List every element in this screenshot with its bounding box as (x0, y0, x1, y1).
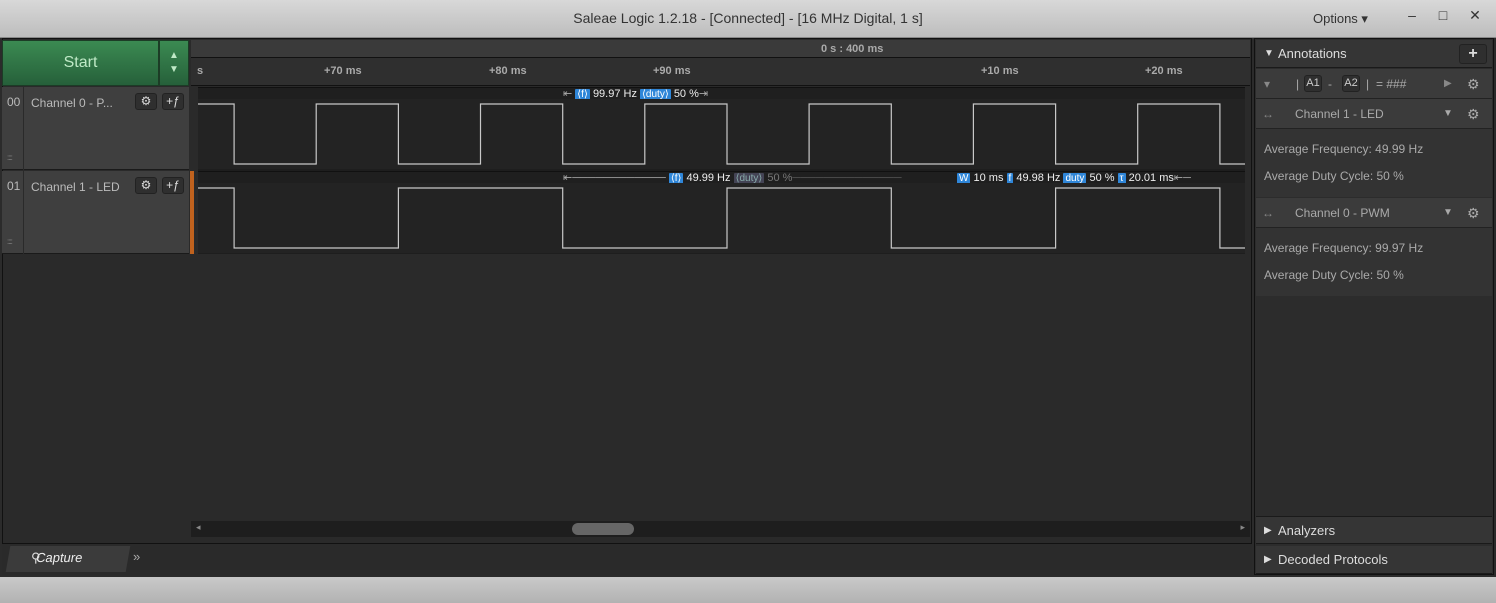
analyzers-title: Analyzers (1278, 523, 1336, 538)
maximize-button[interactable]: □ (1430, 4, 1456, 26)
tab-capture[interactable]: Capture (5, 546, 131, 572)
add-annotation-button[interactable]: + (1459, 44, 1487, 64)
options-menu[interactable]: Options ▾ (1313, 11, 1368, 27)
trigger-edge-icon[interactable]: +ƒ (162, 93, 184, 110)
start-button[interactable]: Start (2, 40, 159, 86)
marker-separator: - (1328, 77, 1332, 91)
time-ruler[interactable]: s +70 ms +80 ms +90 ms +10 ms +20 ms (191, 58, 1250, 86)
marker-a1[interactable]: A1 (1304, 75, 1322, 92)
tab-bar (2, 543, 1252, 575)
analyzers-header[interactable]: ▶ Analyzers (1256, 516, 1492, 544)
measurement-body: Average Frequency: 99.97 Hz Average Duty… (1256, 228, 1492, 296)
close-button[interactable]: ✕ (1462, 4, 1488, 26)
gear-icon[interactable]: ⚙ (1467, 198, 1480, 228)
tab-capture-label: Capture (34, 550, 84, 565)
measurement-body: Average Frequency: 49.99 Hz Average Duty… (1256, 129, 1492, 197)
marker-icon: ▾ (1264, 77, 1271, 91)
average-frequency: Average Frequency: 49.99 Hz (1264, 142, 1424, 156)
range-icon: ↔ (1262, 206, 1274, 220)
play-icon[interactable]: ▶ (1444, 69, 1452, 99)
tick-label: +90 ms (653, 65, 691, 77)
range-icon: ↔ (1262, 107, 1274, 121)
scrollbar-thumb[interactable] (572, 523, 634, 535)
gear-icon[interactable]: ⚙ (1467, 99, 1480, 129)
average-duty-cycle: Average Duty Cycle: 50 % (1264, 268, 1404, 282)
trigger-edge-icon[interactable]: +ƒ (162, 177, 184, 194)
measurement-header[interactable]: ↔ Channel 1 - LED ▼ ⚙ (1256, 99, 1492, 129)
status-bar (0, 577, 1496, 603)
tick-label: +70 ms (324, 65, 362, 77)
tick-label: +10 ms (981, 65, 1019, 77)
tick-label: +80 ms (489, 65, 527, 77)
minimize-button[interactable]: – (1399, 4, 1425, 26)
channel-1-header[interactable]: 01 Channel 1 - LED ⚙ +ƒ :::: (2, 171, 189, 254)
tick-label: +20 ms (1145, 65, 1183, 77)
ruler-top: 0 s : 400 ms (191, 40, 1250, 58)
drag-handle-icon[interactable]: :::: (7, 153, 13, 162)
chevron-down-icon[interactable]: ▼ (1443, 99, 1453, 129)
marker-a2[interactable]: A2 (1342, 75, 1360, 92)
chevron-down-icon[interactable]: ▼ (1443, 198, 1453, 228)
horizontal-scrollbar[interactable]: ◂ ▸ (191, 521, 1250, 537)
gear-icon[interactable]: ⚙ (135, 177, 157, 194)
average-frequency: Average Frequency: 99.97 Hz (1264, 241, 1424, 255)
decoded-protocols-header[interactable]: ▶ Decoded Protocols (1256, 546, 1492, 574)
search-icon: ⚲ (31, 550, 41, 565)
annotations-header[interactable]: ▼ Annotations (1256, 40, 1492, 68)
waveform-view[interactable] (198, 86, 1245, 254)
decoded-protocols-title: Decoded Protocols (1278, 552, 1388, 567)
trigger-marker (190, 171, 194, 254)
marker-result: = ### (1376, 77, 1407, 91)
channel-number: 01 (2, 171, 24, 254)
gear-icon[interactable]: ⚙ (1467, 69, 1480, 99)
marker-pair-row[interactable]: ▾ | A1 - A2 | = ### ▶ ⚙ (1256, 69, 1492, 99)
channel-number: 00 (2, 87, 24, 170)
ruler-left-label: s (197, 65, 204, 77)
channel-name[interactable]: Channel 1 - LED (31, 180, 120, 194)
channel-name[interactable]: Channel 0 - P... (31, 96, 113, 110)
more-tabs-button[interactable]: » (133, 549, 140, 564)
drag-handle-icon[interactable]: :::: (7, 237, 13, 246)
measurement-name: Channel 0 - PWM (1295, 206, 1390, 220)
measurement-name: Channel 1 - LED (1295, 107, 1384, 121)
window-title: Saleae Logic 1.2.18 - [Connected] - [16 … (573, 10, 923, 26)
gear-icon[interactable]: ⚙ (135, 93, 157, 110)
average-duty-cycle: Average Duty Cycle: 50 % (1264, 169, 1404, 183)
annotations-title: Annotations (1278, 46, 1347, 61)
ruler-center-label: 0 s : 400 ms (821, 43, 884, 55)
measurement-header[interactable]: ↔ Channel 0 - PWM ▼ ⚙ (1256, 198, 1492, 228)
capture-settings-arrows[interactable]: ▲ ▼ (159, 40, 189, 86)
channel-0-header[interactable]: 00 Channel 0 - P... ⚙ +ƒ :::: (2, 87, 189, 170)
